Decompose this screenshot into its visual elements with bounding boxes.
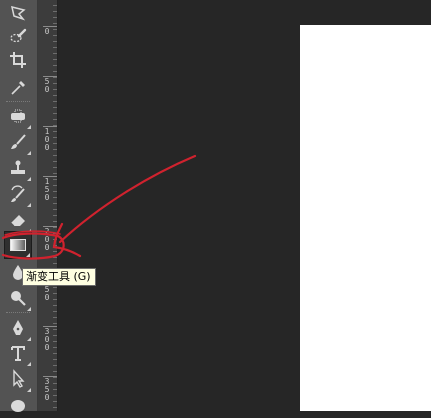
type-tool-button[interactable] bbox=[4, 339, 32, 367]
gradient-icon bbox=[10, 239, 26, 251]
ruler-label: 1 5 0 bbox=[44, 177, 50, 202]
history-brush-icon bbox=[11, 185, 25, 202]
ellipse-icon bbox=[11, 400, 25, 412]
tool-tooltip: 渐变工具 (G) bbox=[22, 268, 96, 286]
spot-healing-tool-button[interactable] bbox=[4, 102, 32, 130]
ruler-label: 1 0 0 bbox=[44, 127, 50, 152]
dodge-icon bbox=[11, 291, 26, 306]
brush-tool-button[interactable] bbox=[4, 128, 32, 156]
eyedropper-icon bbox=[11, 81, 25, 95]
clone-stamp-icon bbox=[11, 160, 25, 174]
ruler-label: 3 5 0 bbox=[44, 377, 50, 402]
eraser-tool-button[interactable] bbox=[4, 206, 32, 234]
pen-tool-button[interactable] bbox=[4, 314, 32, 342]
toolbar-separator bbox=[6, 312, 30, 313]
tools-panel bbox=[0, 0, 38, 412]
document-canvas[interactable] bbox=[300, 25, 431, 411]
pen-icon bbox=[13, 320, 23, 335]
gradient-tool-button[interactable] bbox=[4, 231, 32, 259]
dodge-tool-button[interactable] bbox=[4, 284, 32, 312]
ellipse-tool-button[interactable] bbox=[4, 390, 32, 418]
clone-stamp-tool-button[interactable] bbox=[4, 154, 32, 182]
lasso-icon bbox=[11, 5, 26, 21]
type-icon bbox=[11, 346, 25, 361]
spot-healing-icon bbox=[11, 109, 25, 123]
ruler-label: 5 0 bbox=[44, 77, 50, 94]
path-selection-tool-button[interactable] bbox=[4, 365, 32, 393]
quick-selection-icon bbox=[10, 28, 27, 43]
crop-icon bbox=[10, 52, 26, 68]
eyedropper-tool-button[interactable] bbox=[4, 74, 32, 102]
vertical-ruler[interactable]: 0 5 0 1 0 0 1 5 0 2 0 0 2 5 0 3 0 0 3 5 … bbox=[38, 0, 58, 411]
brush-icon bbox=[11, 134, 26, 149]
path-selection-icon bbox=[13, 369, 25, 388]
ruler-label: 2 0 0 bbox=[44, 227, 50, 252]
history-brush-tool-button[interactable] bbox=[4, 180, 32, 208]
ruler-label: 0 bbox=[44, 27, 50, 36]
eraser-icon bbox=[10, 215, 25, 227]
crop-tool-button[interactable] bbox=[4, 46, 32, 74]
ruler-label: 3 0 0 bbox=[44, 327, 50, 352]
